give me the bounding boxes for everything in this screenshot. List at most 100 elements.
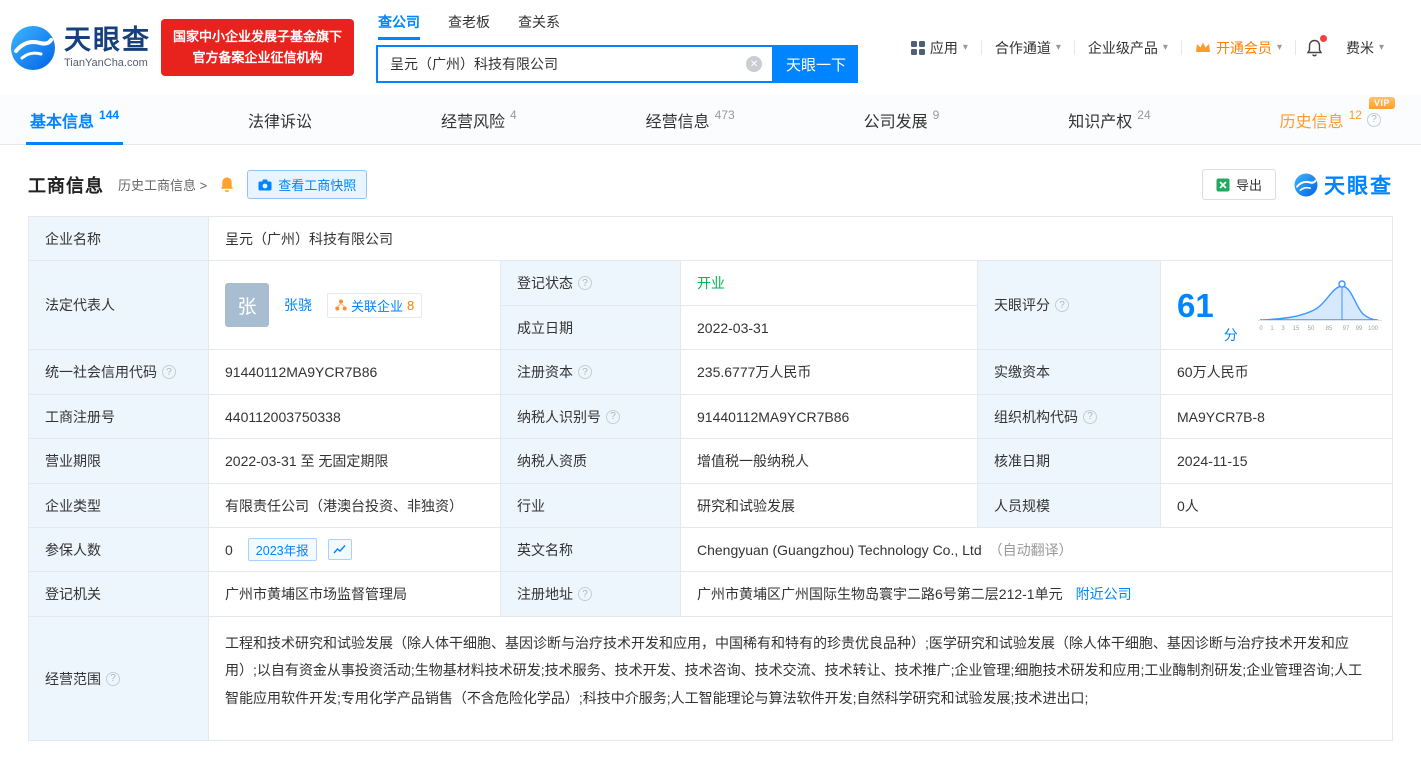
subscribe-bell-icon[interactable] — [219, 176, 235, 193]
svg-text:1: 1 — [1270, 326, 1274, 332]
field-reg-authority-label: 登记机关 — [29, 572, 209, 617]
annual-report-badge[interactable]: 2023年报 — [247, 538, 317, 561]
field-legal-rep-label: 法定代表人 — [29, 261, 209, 350]
field-credit-code-label: 统一社会信用代码 — [29, 350, 209, 395]
field-taxpayer-id-value: 91440112MA9YCR7B86 — [681, 395, 978, 439]
tab-intellectual-property[interactable]: 知识产权 24 — [1068, 95, 1150, 144]
business-info-table: 企业名称 呈元（广州）科技有限公司 法定代表人 张 张骁 关联企业 8 登记状态… — [28, 216, 1393, 741]
view-snapshot-label: 查看工商快照 — [278, 178, 357, 193]
menu-apps[interactable]: 应用 — [898, 38, 981, 58]
svg-text:50: 50 — [1308, 326, 1315, 332]
tab-count: 24 — [1137, 107, 1151, 122]
menu-enterprise-products[interactable]: 企业级产品 — [1075, 38, 1181, 58]
nearby-companies-link[interactable]: 附近公司 — [1076, 584, 1132, 604]
menu-cooperation[interactable]: 合作通道 — [982, 38, 1074, 58]
field-tyc-score-value: 61 分 0 1 3 15 50 85 97 99 100 — [1161, 261, 1393, 350]
help-icon[interactable] — [1366, 112, 1381, 127]
score-unit: 分 — [1223, 327, 1238, 343]
svg-text:97: 97 — [1343, 326, 1350, 332]
search-tabs: 查公司 查老板 查关系 — [376, 12, 858, 40]
gov-badge-line1: 国家中小企业发展子基金旗下 — [173, 29, 343, 45]
help-icon[interactable] — [162, 365, 176, 379]
tab-legal-litigation[interactable]: 法律诉讼 — [248, 95, 312, 144]
tab-operation-info[interactable]: 经营信息 473 — [646, 95, 735, 144]
field-reg-address-label: 注册地址 — [501, 572, 681, 617]
excel-icon — [1216, 178, 1230, 191]
field-industry-label: 行业 — [501, 484, 681, 528]
tab-count: 473 — [714, 107, 735, 122]
field-org-code-label: 组织机构代码 — [978, 395, 1161, 439]
svg-text:0: 0 — [1259, 326, 1263, 332]
search-tab-relation[interactable]: 查关系 — [518, 12, 560, 40]
field-english-name-value: Chengyuan (Guangzhou) Technology Co., Lt… — [681, 528, 1393, 572]
view-snapshot-button[interactable]: 查看工商快照 — [247, 170, 368, 199]
field-company-name-label: 企业名称 — [29, 217, 209, 261]
chevron-down-icon — [1379, 42, 1384, 53]
field-company-name-value: 呈元（广州）科技有限公司 — [209, 217, 1393, 261]
tab-basic-info[interactable]: 基本信息 144 — [25, 95, 124, 145]
search-button[interactable]: 天眼一下 — [774, 45, 859, 83]
field-tyc-score-label: 天眼评分 — [978, 261, 1161, 350]
menu-products-label: 企业级产品 — [1087, 39, 1158, 56]
chevron-down-icon — [1163, 42, 1168, 53]
notification-dot — [1319, 34, 1327, 42]
field-establish-date-label: 成立日期 — [501, 306, 681, 350]
tab-label: 知识产权 — [1068, 113, 1133, 131]
tab-operation-risk[interactable]: 经营风险 4 — [441, 95, 517, 144]
network-icon — [335, 299, 347, 311]
search-input[interactable] — [378, 56, 747, 72]
menu-vip-label: 开通会员 — [1215, 39, 1272, 56]
notification-bell[interactable] — [1296, 34, 1333, 57]
field-reg-address-value: 广州市黄埔区广州国际生物岛寰宇二路6号第二层212-1单元 附近公司 — [681, 572, 1393, 617]
tianyancha-watermark: 天眼查 — [1294, 170, 1393, 200]
field-legal-rep-value: 张 张骁 关联企业 8 — [209, 261, 501, 350]
legal-rep-name-link[interactable]: 张骁 — [284, 295, 312, 315]
chevron-down-icon — [1277, 42, 1282, 53]
field-approval-date-value: 2024-11-15 — [1161, 439, 1393, 484]
field-taxpayer-quality-value: 增值税一般纳税人 — [681, 439, 978, 484]
menu-apps-label: 应用 — [929, 39, 958, 56]
menu-user[interactable]: 费米 — [1333, 38, 1397, 58]
tianyancha-logo[interactable]: 天眼查 TianYanCha.com — [10, 25, 151, 71]
logo-domain: TianYanCha.com — [64, 57, 148, 70]
help-icon[interactable] — [1055, 298, 1069, 312]
field-company-type-value: 有限责任公司（港澳台投资、非独资） — [209, 484, 501, 528]
field-staff-size-value: 0人 — [1161, 484, 1393, 528]
search-tab-boss[interactable]: 查老板 — [448, 12, 490, 40]
field-reg-authority-value: 广州市黄埔区市场监督管理局 — [209, 572, 501, 617]
camera-icon — [258, 179, 272, 190]
tianyancha-watermark-icon — [1294, 173, 1318, 196]
help-icon[interactable] — [578, 587, 592, 601]
tab-label: 公司发展 — [863, 113, 928, 131]
related-companies-badge[interactable]: 关联企业 8 — [327, 292, 423, 318]
watermark-text: 天眼查 — [1324, 174, 1393, 198]
search-tab-company[interactable]: 查公司 — [378, 12, 421, 40]
header: 天眼查 TianYanCha.com 国家中小企业发展子基金旗下 官方备案企业征… — [0, 0, 1421, 95]
field-reg-capital-value: 235.6777万人民币 — [681, 350, 978, 395]
clear-icon[interactable] — [746, 56, 763, 72]
field-reg-number-label: 工商注册号 — [29, 395, 209, 439]
field-approval-date-label: 核准日期 — [978, 439, 1161, 484]
tab-history-info[interactable]: VIP 历史信息 12 — [1280, 95, 1395, 144]
legal-rep-avatar[interactable]: 张 — [225, 283, 269, 327]
field-reg-status-label: 登记状态 — [501, 261, 681, 306]
company-nav-tabs: 基本信息 144 法律诉讼 经营风险 4 经营信息 473 公司发展 9 知识产… — [0, 95, 1421, 145]
help-icon[interactable] — [606, 409, 620, 424]
trend-chart-icon[interactable] — [327, 539, 352, 560]
history-business-info-link[interactable]: 历史工商信息 > — [118, 175, 207, 194]
tab-company-development[interactable]: 公司发展 9 — [864, 95, 940, 144]
help-icon[interactable] — [1083, 409, 1097, 424]
field-industry-value: 研究和试验发展 — [681, 484, 978, 528]
help-icon[interactable] — [578, 365, 592, 379]
field-insured-count-value: 0 2023年报 — [209, 528, 501, 572]
export-button[interactable]: 导出 — [1201, 169, 1276, 200]
svg-text:100: 100 — [1368, 326, 1379, 332]
tab-count: 9 — [932, 107, 940, 122]
help-icon[interactable] — [578, 276, 592, 290]
export-label: 导出 — [1235, 178, 1262, 193]
field-insured-count-label: 参保人数 — [29, 528, 209, 572]
menu-vip[interactable]: 开通会员 — [1182, 38, 1295, 58]
field-staff-size-label: 人员规模 — [978, 484, 1161, 528]
user-name: 费米 — [1345, 39, 1374, 56]
help-icon[interactable] — [106, 671, 120, 686]
